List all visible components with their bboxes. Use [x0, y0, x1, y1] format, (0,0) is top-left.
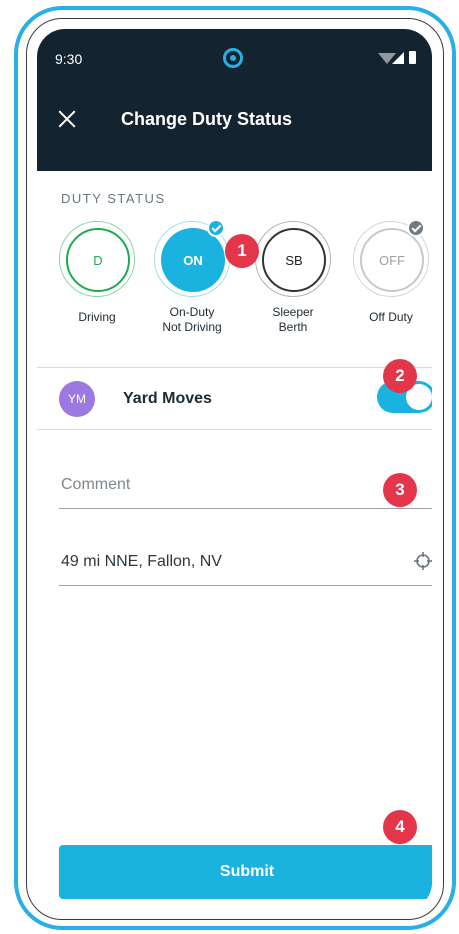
- duty-label-sleeper-line2: Berth: [278, 320, 308, 334]
- crosshair-icon[interactable]: [413, 551, 432, 571]
- location-input[interactable]: [59, 552, 393, 572]
- duty-code-sleeper-berth: SB: [262, 228, 326, 292]
- divider: [37, 429, 432, 430]
- duty-option-sleeper-berth[interactable]: SB: [255, 221, 331, 297]
- check-icon: [407, 219, 425, 237]
- callout-badge-1: 1: [225, 234, 259, 268]
- callout-badge-2: 2: [383, 359, 417, 393]
- duty-label-driving: Driving: [52, 310, 142, 325]
- avatar: YM: [59, 381, 95, 417]
- signal-icon: [392, 52, 404, 64]
- duty-code-driving: D: [66, 228, 130, 292]
- duty-label-sleeper-line1: Sleeper: [272, 305, 314, 319]
- comment-input[interactable]: [59, 475, 393, 495]
- duty-status-label: DUTY STATUS: [61, 191, 166, 206]
- app-header: 9:30 Change Duty Status: [37, 29, 432, 171]
- callout-badge-4: 4: [383, 810, 417, 844]
- duty-label-off-duty: Off Duty: [346, 310, 432, 325]
- duty-label-driving-line1: Driving: [78, 310, 116, 324]
- duty-label-on-duty-line1: On-Duty: [169, 305, 215, 319]
- close-icon[interactable]: [55, 107, 79, 131]
- status-icons: [378, 51, 418, 65]
- comment-field: [59, 469, 432, 509]
- phone-body: 9:30 Change Duty Status DUTY STATUS D ON…: [26, 18, 444, 920]
- callout-badge-3: 3: [383, 473, 417, 507]
- status-time: 9:30: [55, 51, 83, 67]
- selected-check-icon: [207, 219, 225, 237]
- duty-label-off-duty-line1: Off Duty: [369, 310, 413, 324]
- battery-icon: [409, 51, 416, 64]
- duty-code-off-duty: OFF: [360, 228, 424, 292]
- duty-label-on-duty-line2: Not Driving: [162, 320, 222, 334]
- location-field: [59, 546, 432, 586]
- camera-icon: [223, 48, 243, 68]
- divider: [37, 367, 432, 368]
- submit-button[interactable]: Submit: [59, 845, 432, 899]
- duty-label-sleeper: Sleeper Berth: [248, 305, 338, 335]
- screen: 9:30 Change Duty Status DUTY STATUS D ON…: [37, 29, 432, 909]
- duty-label-on-duty: On-Duty Not Driving: [147, 305, 237, 335]
- yard-moves-label: Yard Moves: [123, 390, 212, 407]
- duty-option-driving[interactable]: D: [59, 221, 135, 297]
- page-title: Change Duty Status: [121, 109, 293, 129]
- duty-code-on-duty: ON: [161, 228, 225, 292]
